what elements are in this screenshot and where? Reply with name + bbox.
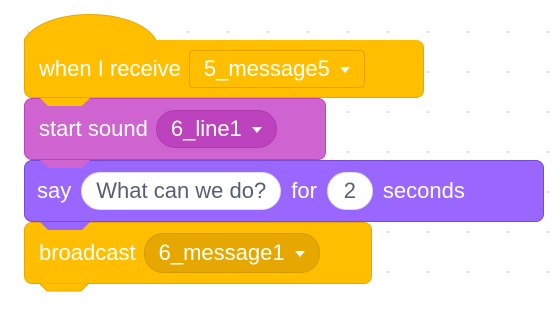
start-sound-block[interactable]: start sound 6_line1 [24, 98, 326, 160]
dropdown-caret-icon [294, 251, 305, 257]
broadcast-message-dropdown[interactable]: 6_message1 [143, 233, 320, 273]
say-label: say [37, 178, 72, 203]
broadcast-block[interactable]: broadcast 6_message1 [24, 222, 372, 284]
broadcast-message-value: 6_message1 [158, 240, 285, 265]
block-notch [40, 222, 90, 230]
dropdown-caret-icon [339, 66, 350, 73]
seconds-input[interactable]: 2 [326, 172, 373, 210]
when-i-receive-block[interactable]: when I receive 5_message5 [24, 40, 424, 98]
block-bottom-tab [39, 283, 89, 292]
sound-value: 6_line1 [170, 116, 242, 141]
dropdown-caret-icon [251, 127, 262, 133]
say-for-seconds-block[interactable]: say What can we do? for 2 seconds [24, 160, 544, 222]
block-notch [40, 98, 90, 106]
receive-message-value: 5_message5 [203, 55, 330, 81]
hat-label: when I receive [39, 55, 181, 81]
sound-dropdown[interactable]: 6_line1 [155, 110, 277, 148]
receive-message-dropdown[interactable]: 5_message5 [188, 49, 365, 88]
for-label: for [291, 178, 317, 203]
say-text-input[interactable]: What can we do? [81, 172, 282, 210]
broadcast-label: broadcast [39, 240, 136, 265]
block-notch [40, 160, 90, 168]
seconds-label: seconds [382, 178, 465, 203]
sound-label: start sound [39, 116, 148, 141]
code-stack[interactable]: when I receive 5_message5 start sound 6_… [0, 0, 556, 309]
